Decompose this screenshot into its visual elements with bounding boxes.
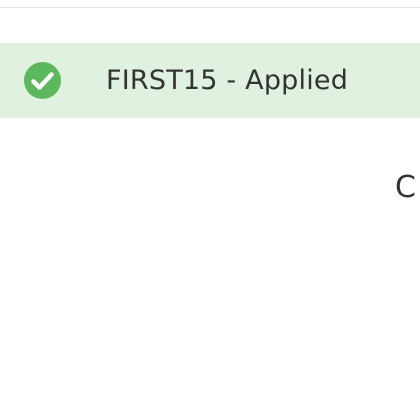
- promo-code-status: FIRST15 - Applied: [106, 65, 349, 96]
- check-circle-icon: [24, 62, 61, 99]
- top-divider: [0, 7, 420, 8]
- partial-text: C: [395, 170, 416, 205]
- promo-code-banner: FIRST15 - Applied: [0, 43, 420, 118]
